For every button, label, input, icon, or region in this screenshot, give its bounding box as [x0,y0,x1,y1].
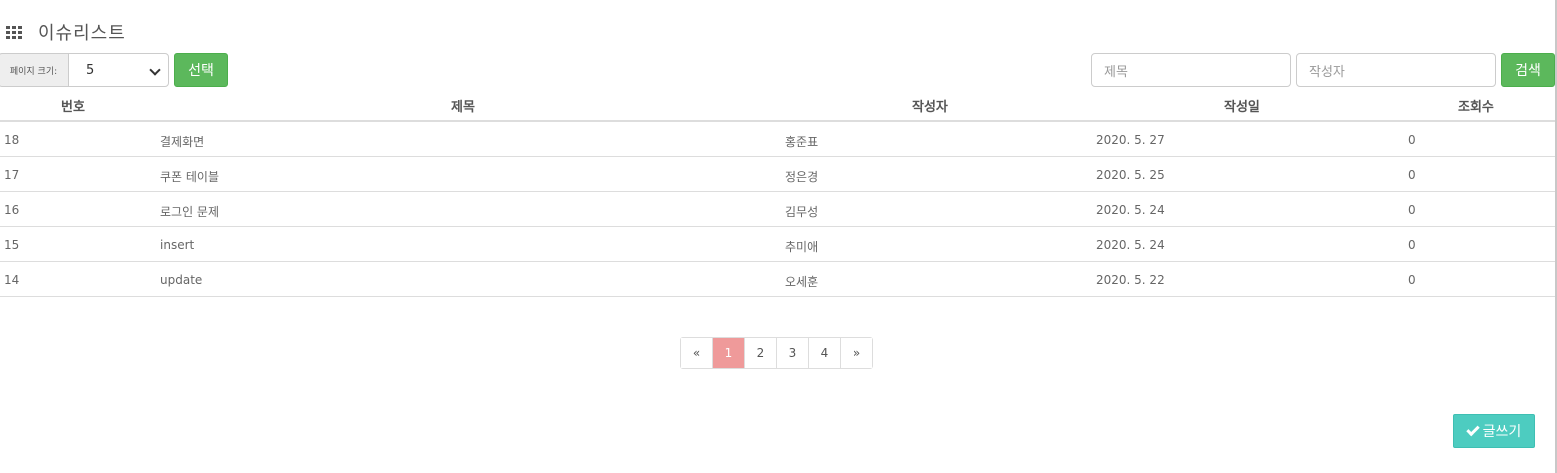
page-size-select[interactable]: 5 [68,53,169,87]
pagination-page-1[interactable]: 1 [712,338,744,368]
table-row[interactable]: 16 로그인 문제 김무성 2020. 5. 24 0 [0,192,1555,227]
column-header-no: 번호 [61,100,85,115]
row-date: 2020. 5. 22 [1096,273,1165,287]
pagination: « 1 2 3 4 » [680,337,873,369]
row-writer: 홍준표 [785,135,819,149]
row-title-link[interactable]: 결제화면 [160,133,204,150]
select-button[interactable]: 선택 [174,53,228,87]
title-search-input[interactable]: 제목 [1091,53,1291,87]
table-row[interactable]: 17 쿠폰 테이블 정은경 2020. 5. 25 0 [0,157,1555,192]
page-size-value: 5 [86,62,95,78]
row-views: 0 [1408,238,1416,252]
row-writer: 김무성 [785,205,819,219]
row-views: 0 [1408,273,1416,287]
row-title-link[interactable]: 로그인 문제 [160,203,219,220]
row-no: 16 [4,203,20,217]
search-button[interactable]: 검색 [1501,53,1555,87]
row-writer: 오세훈 [785,275,819,289]
column-header-title: 제목 [451,100,475,115]
table-row[interactable]: 15 insert 추미애 2020. 5. 24 0 [0,227,1555,262]
row-views: 0 [1408,133,1416,147]
row-title-link[interactable]: update [160,273,202,287]
row-no: 18 [4,133,20,147]
column-header-date: 작성일 [1224,100,1260,115]
row-date: 2020. 5. 24 [1096,238,1165,252]
page-header: 이슈리스트 [6,20,126,44]
pagination-prev[interactable]: « [681,338,712,368]
writer-search-input[interactable]: 작성자 [1296,53,1496,87]
column-header-views: 조회수 [1458,100,1494,115]
row-title-link[interactable]: insert [160,238,194,252]
page-size-label: 페이지 크기: [0,53,68,87]
column-header-writer: 작성자 [912,100,948,115]
pagination-page-2[interactable]: 2 [744,338,776,368]
check-icon [1465,422,1480,437]
pagination-page-4[interactable]: 4 [808,338,840,368]
row-no: 15 [4,238,20,252]
row-date: 2020. 5. 25 [1096,168,1165,182]
pagination-page-3[interactable]: 3 [776,338,808,368]
row-date: 2020. 5. 27 [1096,133,1165,147]
table-header: 번호 제목 작성자 작성일 조회수 [0,88,1555,122]
row-writer: 정은경 [785,170,819,184]
row-date: 2020. 5. 24 [1096,203,1165,217]
table-row[interactable]: 14 update 오세훈 2020. 5. 22 0 [0,262,1555,297]
issue-table: 번호 제목 작성자 작성일 조회수 18 결제화면 홍준표 2020. 5. 2… [0,88,1555,297]
table-row[interactable]: 18 결제화면 홍준표 2020. 5. 27 0 [0,122,1555,157]
write-button-label: 글쓰기 [1482,424,1522,440]
row-no: 17 [4,168,20,182]
page-title: 이슈리스트 [38,23,126,44]
row-views: 0 [1408,168,1416,182]
row-title-link[interactable]: 쿠폰 테이블 [160,168,219,185]
write-button[interactable]: 글쓰기 [1453,414,1535,448]
row-no: 14 [4,273,20,287]
grid-icon [6,26,24,39]
row-views: 0 [1408,203,1416,217]
row-writer: 추미애 [785,240,819,254]
pagination-next[interactable]: » [840,338,872,368]
chevron-down-icon [149,64,161,76]
